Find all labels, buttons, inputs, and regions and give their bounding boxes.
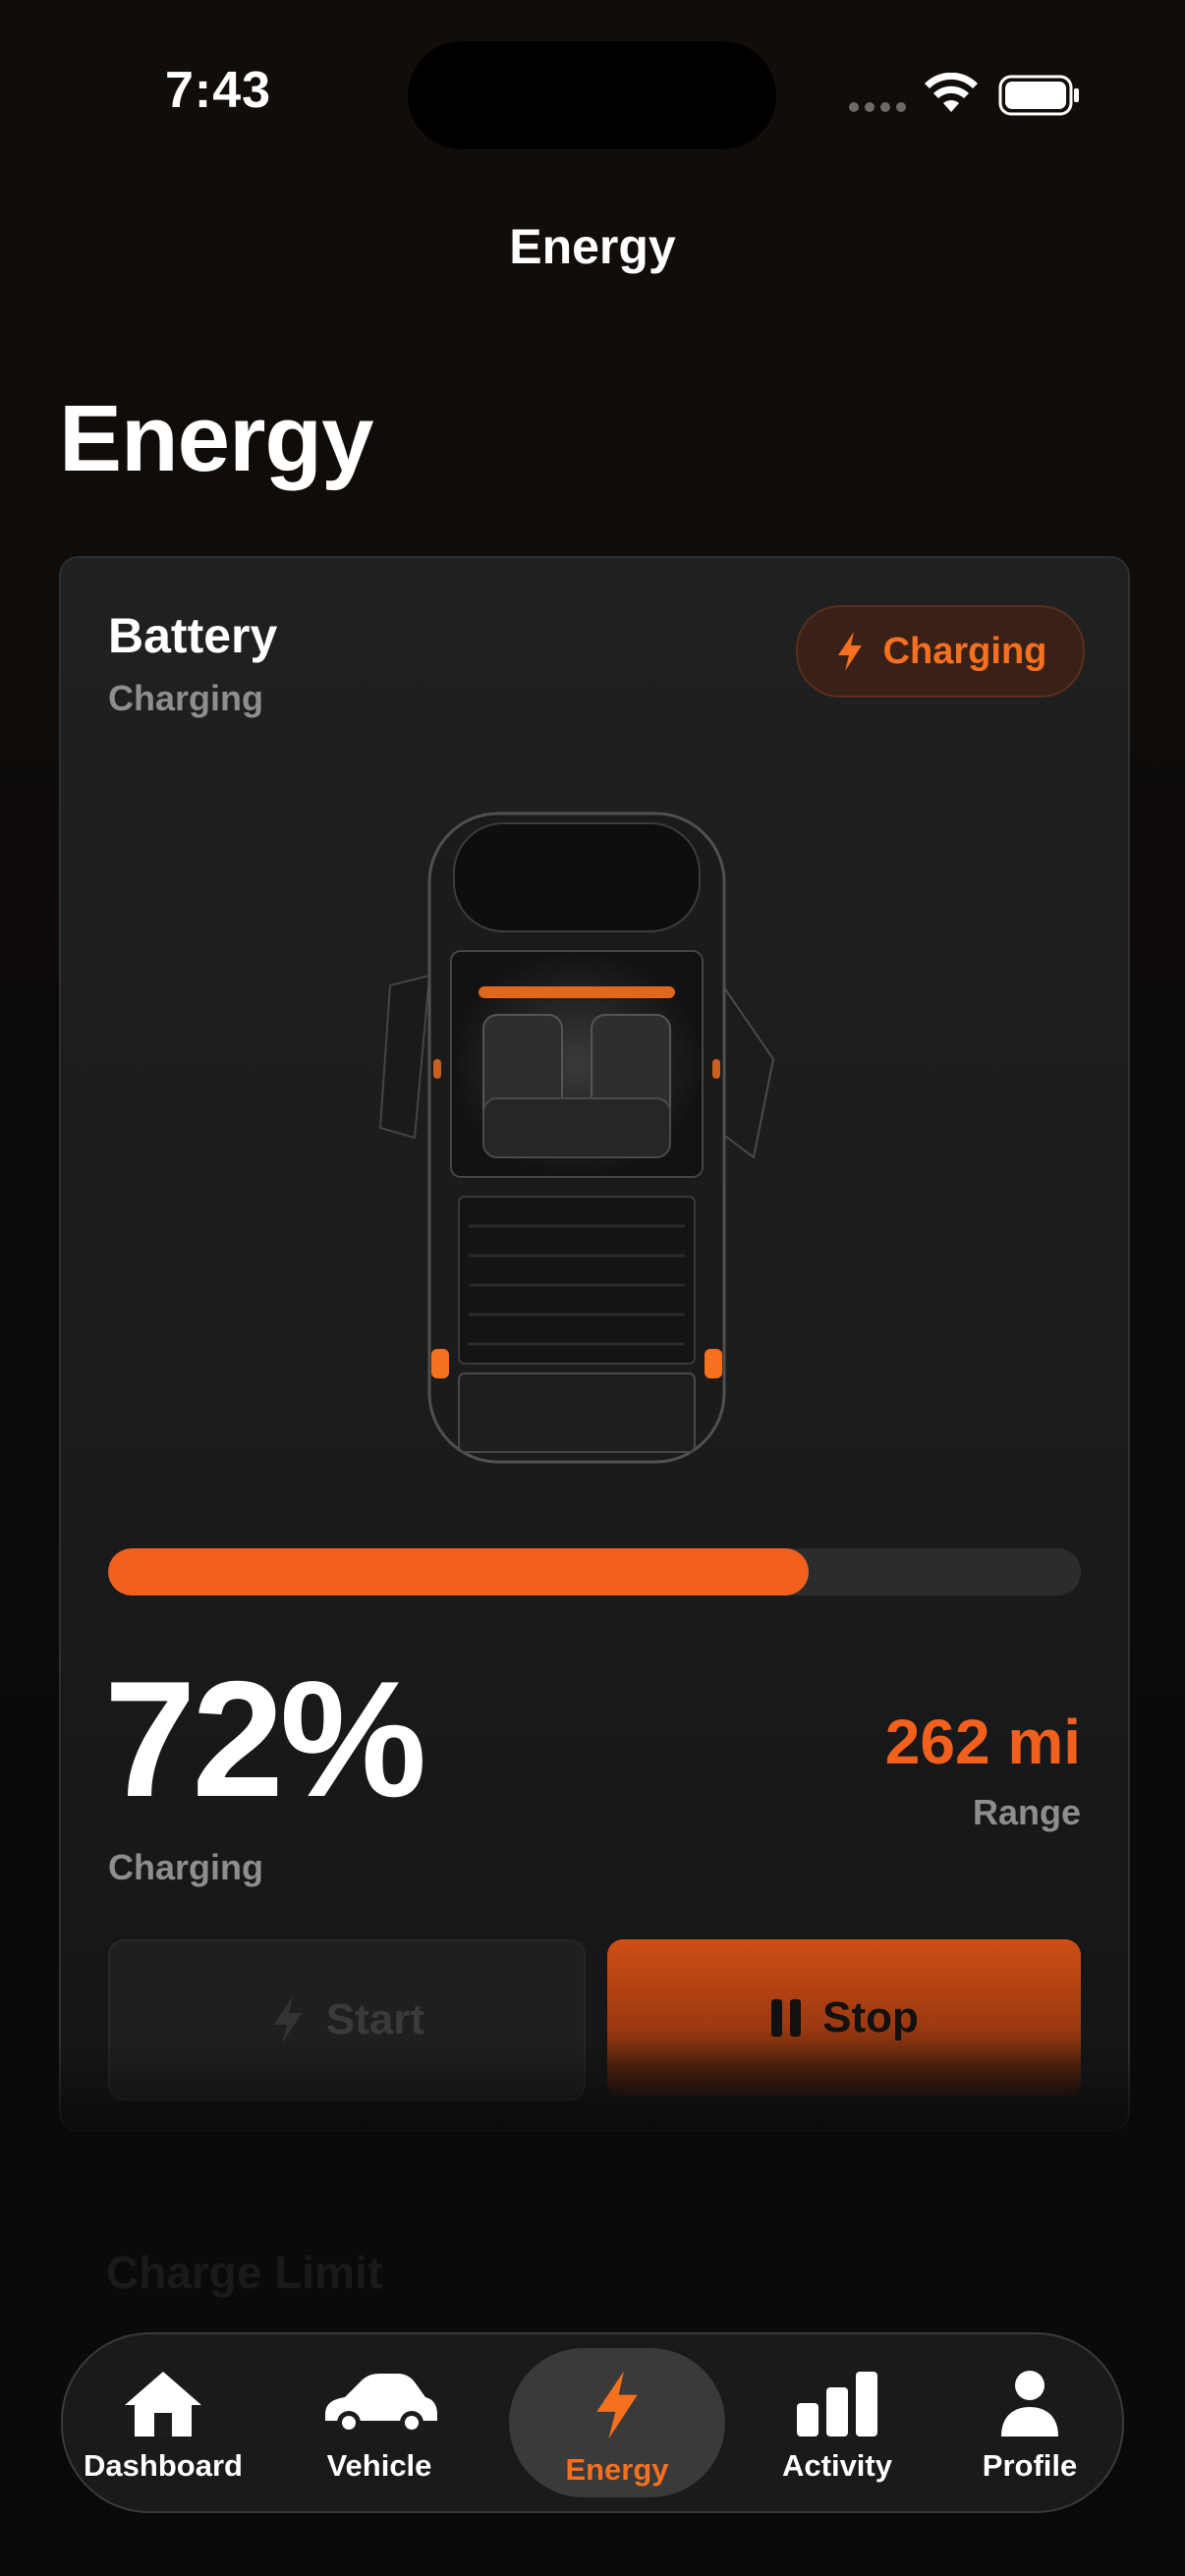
status-time: 7:43	[165, 62, 272, 119]
battery-progress-bar	[108, 1548, 1081, 1596]
battery-status-icon	[998, 75, 1079, 116]
tab-activity-label: Activity	[782, 2448, 892, 2483]
wifi-icon	[925, 73, 978, 112]
car-icon	[325, 2374, 437, 2435]
battery-progress-fill	[108, 1548, 809, 1596]
tab-profile-label: Profile	[982, 2448, 1078, 2483]
tab-profile[interactable]: Profile	[931, 2348, 1128, 2497]
battery-card-title: Battery	[108, 608, 278, 663]
pause-icon	[771, 1999, 802, 2037]
charging-status-badge-label: Charging	[882, 630, 1047, 672]
vehicle-top-view-image	[378, 812, 775, 1464]
page-title: Energy	[59, 386, 373, 491]
tab-dashboard-label: Dashboard	[84, 2448, 243, 2483]
charge-limit-section-title: Charge Limit	[106, 2247, 383, 2298]
bolt-icon	[837, 632, 862, 671]
bolt-icon	[273, 1996, 303, 2044]
battery-percentage: 72%	[104, 1647, 426, 1831]
range-value: 262 mi	[884, 1707, 1081, 1777]
charge-status-label: Charging	[108, 1847, 263, 1887]
battery-card: Battery Charging Charging 72% Charging 2…	[59, 556, 1130, 2132]
person-icon	[1001, 2371, 1058, 2436]
house-icon	[125, 2372, 201, 2436]
cellular-signal-icon	[849, 102, 906, 112]
dynamic-island	[408, 41, 776, 149]
start-charging-button-label: Start	[325, 1995, 425, 2044]
tab-bar: Dashboard Vehicle Energy Activity Profil…	[61, 2332, 1124, 2513]
charging-status-badge: Charging	[796, 605, 1085, 698]
bolt-icon	[596, 2371, 638, 2439]
nav-bar-title: Energy	[509, 219, 676, 274]
range-label: Range	[972, 1792, 1081, 1832]
stop-charging-button-label: Stop	[822, 1993, 919, 2042]
tab-activity[interactable]: Activity	[739, 2348, 935, 2497]
bar-chart-icon	[797, 2372, 877, 2436]
battery-card-subtitle: Charging	[108, 678, 263, 718]
tab-vehicle[interactable]: Vehicle	[281, 2348, 478, 2497]
status-bar: 7:43	[0, 0, 1185, 196]
tab-dashboard[interactable]: Dashboard	[65, 2348, 261, 2497]
tab-vehicle-label: Vehicle	[326, 2448, 432, 2483]
tab-energy[interactable]: Energy	[509, 2348, 725, 2497]
tab-energy-label: Energy	[565, 2452, 669, 2487]
